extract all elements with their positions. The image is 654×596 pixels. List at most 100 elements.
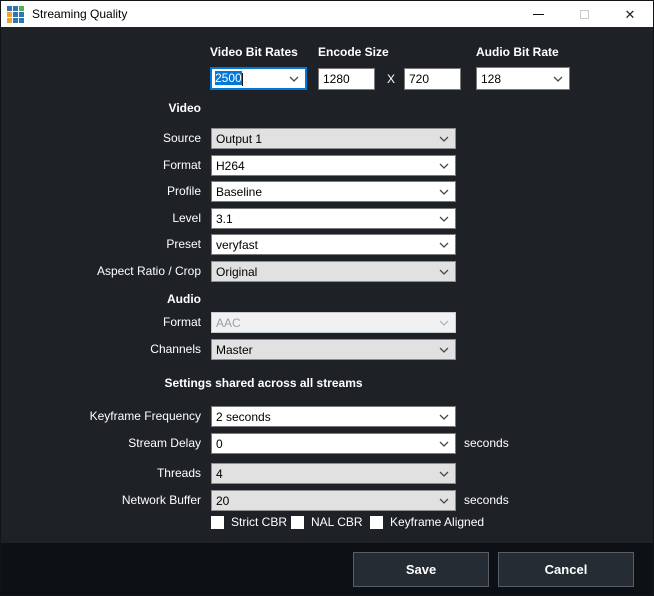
channels-value: Master (216, 343, 253, 357)
chevron-down-icon (439, 216, 449, 222)
save-button[interactable]: Save (353, 552, 489, 587)
chevron-down-icon (439, 163, 449, 169)
window-title: Streaming Quality (32, 7, 127, 21)
source-combobox[interactable]: Output 1 (211, 128, 456, 149)
chevron-down-icon (439, 471, 449, 477)
encode-width-input[interactable] (318, 68, 375, 90)
footer-bar: Save Cancel (1, 543, 653, 595)
audio-format-label: Format (1, 312, 201, 333)
encode-height-input[interactable] (404, 68, 461, 90)
shared-settings-header: Settings shared across all streams (1, 376, 526, 390)
format-row: Format H264 (1, 155, 653, 176)
dialog-content: Video Bit Rates Encode Size Audio Bit Ra… (1, 27, 653, 543)
aspect-ratio-crop-value: Original (216, 265, 257, 279)
stream-delay-units: seconds (464, 433, 509, 454)
chevron-down-icon (439, 136, 449, 142)
video-bit-rate-combobox[interactable]: 2500 (210, 67, 307, 90)
level-label: Level (1, 208, 201, 229)
network-buffer-row: Network Buffer 20 seconds (1, 490, 653, 511)
keyframe-frequency-label: Keyframe Frequency (1, 406, 201, 427)
chevron-down-icon (553, 76, 563, 82)
nal-cbr-checkbox[interactable]: NAL CBR (291, 515, 363, 529)
format-value: H264 (216, 159, 245, 173)
streaming-quality-window: Streaming Quality ✕ Video Bit Rates Enco… (0, 0, 654, 596)
network-buffer-units: seconds (464, 490, 509, 511)
audio-section-header: Audio (1, 292, 201, 306)
stream-delay-combobox[interactable]: 0 (211, 433, 456, 454)
channels-combobox[interactable]: Master (211, 339, 456, 360)
chevron-down-icon (439, 441, 449, 447)
chevron-down-icon (439, 347, 449, 353)
maximize-icon (580, 10, 589, 19)
profile-row: Profile Baseline (1, 181, 653, 202)
checkbox-icon (211, 516, 224, 529)
channels-label: Channels (1, 339, 201, 360)
audio-format-value: AAC (216, 316, 241, 330)
chevron-down-icon (439, 498, 449, 504)
video-section-header: Video (1, 101, 201, 115)
source-value: Output 1 (216, 132, 262, 146)
preset-combobox[interactable]: veryfast (211, 234, 456, 255)
stream-delay-value: 0 (216, 437, 223, 451)
level-combobox[interactable]: 3.1 (211, 208, 456, 229)
aspect-ratio-crop-row: Aspect Ratio / Crop Original (1, 261, 653, 282)
channels-row: Channels Master (1, 339, 653, 360)
chevron-down-icon (439, 189, 449, 195)
chevron-down-icon (439, 320, 449, 326)
keyframe-aligned-checkbox[interactable]: Keyframe Aligned (370, 515, 484, 529)
network-buffer-combobox[interactable]: 20 (211, 490, 456, 511)
keyframe-frequency-row: Keyframe Frequency 2 seconds (1, 406, 653, 427)
profile-label: Profile (1, 181, 201, 202)
video-bit-rates-header: Video Bit Rates (210, 45, 298, 59)
chevron-down-icon (439, 269, 449, 275)
preset-value: veryfast (216, 238, 258, 252)
threads-label: Threads (1, 463, 201, 484)
strict-cbr-label: Strict CBR (231, 515, 287, 529)
nal-cbr-label: NAL CBR (311, 515, 363, 529)
text-caret (242, 73, 243, 86)
strict-cbr-checkbox[interactable]: Strict CBR (211, 515, 287, 529)
encode-size-separator: X (387, 72, 395, 86)
level-value: 3.1 (216, 212, 233, 226)
checkbox-icon (370, 516, 383, 529)
profile-combobox[interactable]: Baseline (211, 181, 456, 202)
aspect-ratio-crop-label: Aspect Ratio / Crop (1, 261, 201, 282)
audio-bit-rate-value: 128 (481, 72, 501, 86)
minimize-button[interactable] (515, 1, 561, 27)
close-button[interactable]: ✕ (607, 1, 653, 27)
video-bit-rate-value: 2500 (215, 71, 243, 85)
chevron-down-icon (439, 414, 449, 420)
format-label: Format (1, 155, 201, 176)
chevron-down-icon (289, 76, 299, 82)
preset-row: Preset veryfast (1, 234, 653, 255)
app-logo-icon (7, 6, 24, 23)
audio-format-combobox: AAC (211, 312, 456, 333)
network-buffer-label: Network Buffer (1, 490, 201, 511)
minimize-icon (533, 14, 544, 15)
keyframe-aligned-label: Keyframe Aligned (390, 515, 484, 529)
level-row: Level 3.1 (1, 208, 653, 229)
threads-row: Threads 4 (1, 463, 653, 484)
audio-bit-rate-header: Audio Bit Rate (476, 45, 559, 59)
preset-label: Preset (1, 234, 201, 255)
window-controls: ✕ (515, 1, 653, 27)
threads-combobox[interactable]: 4 (211, 463, 456, 484)
stream-delay-label: Stream Delay (1, 433, 201, 454)
titlebar: Streaming Quality ✕ (1, 1, 653, 27)
audio-bit-rate-combobox[interactable]: 128 (476, 67, 570, 90)
stream-delay-row: Stream Delay 0 seconds (1, 433, 653, 454)
source-label: Source (1, 128, 201, 149)
threads-value: 4 (216, 467, 223, 481)
source-row: Source Output 1 (1, 128, 653, 149)
maximize-button (561, 1, 607, 27)
keyframe-frequency-combobox[interactable]: 2 seconds (211, 406, 456, 427)
encode-size-header: Encode Size (318, 45, 389, 59)
checkbox-icon (291, 516, 304, 529)
profile-value: Baseline (216, 185, 262, 199)
close-icon: ✕ (625, 8, 636, 21)
chevron-down-icon (439, 242, 449, 248)
aspect-ratio-crop-combobox[interactable]: Original (211, 261, 456, 282)
format-combobox[interactable]: H264 (211, 155, 456, 176)
cancel-button[interactable]: Cancel (498, 552, 634, 587)
network-buffer-value: 20 (216, 494, 229, 508)
